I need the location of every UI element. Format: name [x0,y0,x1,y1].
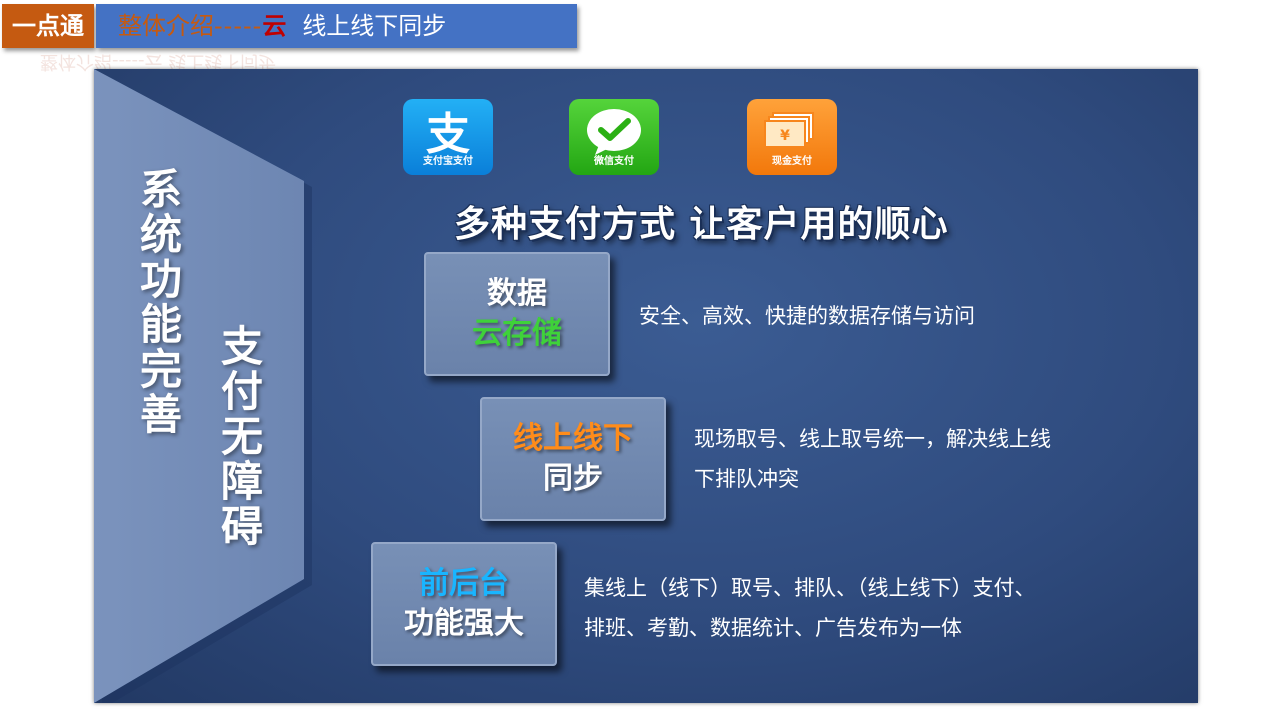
cash-pay-card: ¥ 现金支付 [747,99,837,175]
header-title-cloud: 云 [262,12,287,40]
feature-title-line1: 前后台 [419,566,509,601]
feature-desc-front-back: 集线上（线下）取号、排队、（线上线下）支付、 排班、考勤、数据统计、广告发布为一… [584,568,1036,648]
feature-title-line1: 线上线下 [513,421,633,456]
feature-desc-line2: 排班、考勤、数据统计、广告发布为一体 [584,616,962,640]
feature-title-line1: 数据 [487,276,547,311]
feature-title-line2: 同步 [543,461,603,496]
feature-box-cloud-storage: 数据 云存储 [424,252,610,376]
wechat-pay-label: 微信支付 [594,156,634,167]
header-title-rest: 线上线下同步 [302,12,447,40]
side-text-payment-barrier-free: 支付无障碍 [220,322,263,551]
feature-box-online-offline: 线上线下 同步 [480,397,666,521]
feature-desc-line1: 现场取号、线上取号统一，解决线上线 [694,427,1051,451]
cash-pay-label: 现金支付 [772,156,812,167]
chevron-arrow-shape [94,69,312,703]
feature-desc-line2: 下排队冲突 [694,467,799,491]
feature-desc-cloud-storage: 安全、高效、快捷的数据存储与访问 [639,296,975,336]
alipay-label: 支付宝支付 [423,156,473,167]
side-text-system-complete: 系统功能完善 [139,165,182,439]
feature-box-front-back: 前后台 功能强大 [371,542,557,666]
slide-panel: 系统功能完善 支付无障碍 支 支付宝支付 微信支付 ¥ 现金支付 多种支付方式 … [94,69,1198,703]
header-tag: 一点通 [2,4,94,48]
alipay-card: 支 支付宝支付 [403,99,493,175]
payment-slogan: 多种支付方式 让客户用的顺心 [454,204,949,245]
feature-desc-line1: 安全、高效、快捷的数据存储与访问 [639,304,975,328]
feature-desc-line1: 集线上（线下）取号、排队、（线上线下）支付、 [584,576,1036,600]
feature-title-line2: 云存储 [472,316,562,351]
header-title-dashes: ----- [214,12,263,40]
header-title-bar: 整体介绍-----云 线上线下同步 [96,4,577,48]
svg-text:¥: ¥ [780,128,790,144]
wechat-pay-card: 微信支付 [569,99,659,175]
feature-desc-online-offline: 现场取号、线上取号统一，解决线上线 下排队冲突 [694,419,1051,499]
feature-title-line2: 功能强大 [404,606,524,641]
header-title-part: 整体介绍 [118,12,214,40]
